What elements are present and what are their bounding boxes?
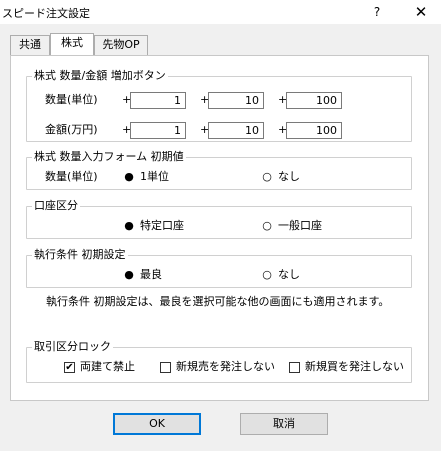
title-bar: スピード注文設定 ? ✕	[0, 0, 441, 24]
checkbox-unchecked-icon[interactable]	[160, 362, 171, 373]
radio-general-account-label[interactable]: 一般口座	[278, 219, 322, 233]
check-no-new-buy-label[interactable]: 新規買を発注しない	[305, 360, 404, 374]
radio-unselected-icon[interactable]: ○	[262, 220, 272, 232]
amount-increment-2[interactable]: 10	[208, 122, 264, 139]
radio-selected-icon[interactable]: ●	[124, 269, 134, 281]
radio-1unit-label[interactable]: 1単位	[140, 170, 169, 184]
exec-group-title: 執行条件 初期設定	[32, 248, 128, 262]
radio-unselected-icon[interactable]: ○	[262, 171, 272, 183]
checkbox-checked-icon[interactable]: ✔	[64, 362, 75, 373]
radio-best-label[interactable]: 最良	[140, 268, 162, 282]
ok-button[interactable]: OK	[113, 413, 201, 435]
tab-futures-op[interactable]: 先物OP	[94, 35, 148, 55]
tab-stock[interactable]: 株式	[50, 33, 94, 55]
exec-note: 執行条件 初期設定は、最良を選択可能な他の画面にも適用されます。	[46, 295, 390, 308]
lock-group-title: 取引区分ロック	[32, 340, 113, 354]
radio-selected-icon[interactable]: ●	[124, 171, 134, 183]
quantity-increment-2[interactable]: 10	[208, 92, 264, 109]
window-title: スピード注文設定	[2, 7, 90, 20]
quantity-increment-1[interactable]: 1	[130, 92, 186, 109]
checkbox-unchecked-icon[interactable]	[289, 362, 300, 373]
check-no-hedge-label[interactable]: 両建て禁止	[80, 360, 135, 374]
radio-unselected-icon[interactable]: ○	[262, 269, 272, 281]
quantity-label: 数量(単位)	[45, 93, 98, 106]
radio-specific-account-label[interactable]: 特定口座	[140, 219, 184, 233]
cancel-button[interactable]: 取消	[240, 413, 328, 435]
quantity-increment-3[interactable]: 100	[286, 92, 342, 109]
tab-common[interactable]: 共通	[10, 35, 50, 55]
account-group-title: 口座区分	[32, 199, 80, 213]
amount-increment-1[interactable]: 1	[130, 122, 186, 139]
amount-increment-3[interactable]: 100	[286, 122, 342, 139]
initial-qty-group: 株式 数量入力フォーム 初期値 数量(単位) ● 1単位 ○ なし	[26, 150, 412, 190]
close-icon[interactable]: ✕	[406, 2, 436, 22]
radio-selected-icon[interactable]: ●	[124, 220, 134, 232]
increment-group: 株式 数量/金額 増加ボタン 数量(単位) + 1 + 10 + 100 金額(…	[26, 69, 412, 142]
increment-group-title: 株式 数量/金額 増加ボタン	[32, 69, 168, 83]
initial-qty-group-title: 株式 数量入力フォーム 初期値	[32, 150, 186, 164]
account-group: 口座区分 ● 特定口座 ○ 一般口座	[26, 199, 412, 239]
help-button[interactable]: ?	[366, 2, 388, 22]
check-no-new-sell-label[interactable]: 新規売を発注しない	[176, 360, 275, 374]
lock-group: 取引区分ロック ✔ 両建て禁止 新規売を発注しない 新規買を発注しない	[26, 340, 412, 383]
radio-none-label[interactable]: なし	[278, 268, 300, 282]
amount-label: 金額(万円)	[45, 123, 98, 136]
tab-panel: 株式 数量/金額 増加ボタン 数量(単位) + 1 + 10 + 100 金額(…	[10, 55, 429, 401]
initial-qty-label: 数量(単位)	[45, 170, 98, 183]
radio-none-label[interactable]: なし	[278, 170, 300, 184]
exec-group: 執行条件 初期設定 ● 最良 ○ なし	[26, 248, 412, 288]
